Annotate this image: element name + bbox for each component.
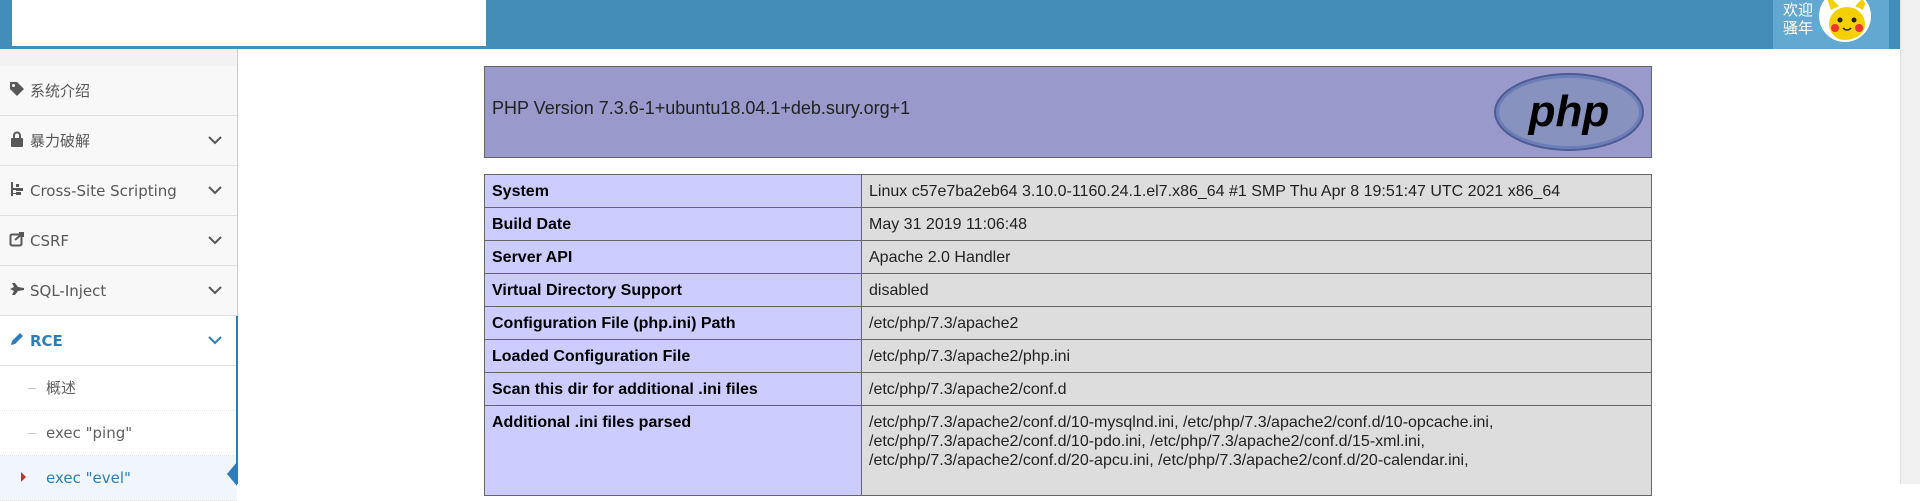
row-value-line: /etc/php/7.3/apache2/conf.d/10-mysqlnd.i… [869, 414, 1494, 431]
row-key: Server API [484, 240, 862, 274]
chevron-down-icon [207, 180, 223, 200]
top-navbar: 欢迎 骚年 [0, 0, 1920, 49]
chevron-down-icon [207, 330, 223, 350]
table-row: Server API Apache 2.0 Handler [484, 240, 1652, 274]
share-icon [8, 231, 26, 249]
pikachu-avatar-icon [1821, 0, 1869, 40]
sitemap-icon [8, 181, 26, 199]
sidebar-item-csrf[interactable]: CSRF [0, 216, 237, 266]
table-row: Loaded Configuration File /etc/php/7.3/a… [484, 339, 1652, 373]
chevron-down-icon [207, 130, 223, 150]
php-logo-text: php [1528, 87, 1610, 136]
table-row: System Linux c57e7ba2eb64 3.10.0-1160.24… [484, 174, 1652, 208]
chevron-down-icon [207, 230, 223, 250]
sidebar-subitem-label: exec "evel" [46, 469, 131, 487]
table-row: Additional .ini files parsed /etc/php/7.… [484, 405, 1652, 496]
row-value-line: /etc/php/7.3/apache2/conf.d/20-apcu.ini,… [869, 452, 1469, 469]
row-key: System [484, 174, 862, 208]
lock-icon [8, 131, 26, 149]
row-key: Loaded Configuration File [484, 339, 862, 373]
avatar[interactable] [1819, 0, 1871, 42]
pencil-icon [8, 331, 26, 349]
row-key: Configuration File (php.ini) Path [484, 306, 862, 340]
row-value: May 31 2019 11:06:48 [861, 207, 1652, 241]
table-row: Scan this dir for additional .ini files … [484, 372, 1652, 406]
tree-connector [28, 388, 36, 389]
sidebar-item-sqli[interactable]: SQL-Inject [0, 266, 237, 316]
row-key: Virtual Directory Support [484, 273, 862, 307]
welcome-line-1: 欢迎 [1783, 1, 1814, 19]
active-section-edge [236, 316, 238, 484]
tree-connector [28, 433, 36, 434]
sidebar-item-label: Cross-Site Scripting [30, 182, 177, 200]
row-value-line: /etc/php/7.3/apache2/conf.d/10-pdo.ini, … [869, 433, 1425, 450]
brand-logo-area[interactable] [12, 0, 486, 46]
row-key: Additional .ini files parsed [484, 405, 862, 496]
fighter-jet-icon [8, 281, 26, 299]
row-value: /etc/php/7.3/apache2/php.ini [861, 339, 1652, 373]
tag-icon [8, 81, 26, 99]
row-value: /etc/php/7.3/apache2 [861, 306, 1652, 340]
scrollbar[interactable] [1900, 0, 1920, 484]
sidebar-subitem-label: exec "ping" [46, 424, 133, 442]
row-key: Scan this dir for additional .ini files [484, 372, 862, 406]
user-menu[interactable]: 欢迎 骚年 [1773, 0, 1889, 49]
sidebar-item-label: SQL-Inject [30, 282, 107, 300]
row-value: disabled [861, 273, 1652, 307]
sidebar-item-label: 暴力破解 [30, 132, 91, 150]
sidebar-item-intro[interactable]: 系统介绍 [0, 66, 237, 116]
php-version-header: PHP Version 7.3.6-1+ubuntu18.04.1+deb.su… [484, 66, 1652, 158]
caret-right-icon [20, 470, 28, 488]
sidebar-subitem-overview[interactable]: 概述 [0, 366, 237, 411]
phpinfo-table: System Linux c57e7ba2eb64 3.10.0-1160.24… [484, 174, 1652, 496]
user-welcome-text: 欢迎 骚年 [1783, 1, 1817, 37]
sidebar-subitem-exec-eval[interactable]: exec "evel" [0, 456, 237, 501]
sidebar: 系统介绍 暴力破解 Cross-Site Scripting CSRF SQL-… [0, 49, 238, 501]
row-value: Linux c57e7ba2eb64 3.10.0-1160.24.1.el7.… [861, 174, 1652, 208]
sidebar-item-rce[interactable]: RCE [0, 316, 237, 366]
row-value: /etc/php/7.3/apache2/conf.d [861, 372, 1652, 406]
php-version-title: PHP Version 7.3.6-1+ubuntu18.04.1+deb.su… [492, 98, 911, 118]
sidebar-item-label: CSRF [30, 232, 70, 250]
sidebar-item-xss[interactable]: Cross-Site Scripting [0, 166, 237, 216]
table-row: Build Date May 31 2019 11:06:48 [484, 207, 1652, 241]
welcome-line-2: 骚年 [1783, 19, 1814, 37]
sidebar-subitem-label: 概述 [46, 379, 77, 397]
row-value: Apache 2.0 Handler [861, 240, 1652, 274]
sidebar-subitem-exec-ping[interactable]: exec "ping" [0, 411, 237, 456]
table-row: Virtual Directory Support disabled [484, 273, 1652, 307]
sidebar-item-label: 系统介绍 [30, 82, 91, 100]
row-key: Build Date [484, 207, 862, 241]
sidebar-item-label: RCE [30, 332, 63, 350]
sidebar-item-bruteforce[interactable]: 暴力破解 [0, 116, 237, 166]
php-logo-icon[interactable]: php [1493, 72, 1645, 152]
table-row: Configuration File (php.ini) Path /etc/p… [484, 306, 1652, 340]
chevron-down-icon [207, 280, 223, 300]
row-value: /etc/php/7.3/apache2/conf.d/10-mysqlnd.i… [861, 405, 1652, 496]
